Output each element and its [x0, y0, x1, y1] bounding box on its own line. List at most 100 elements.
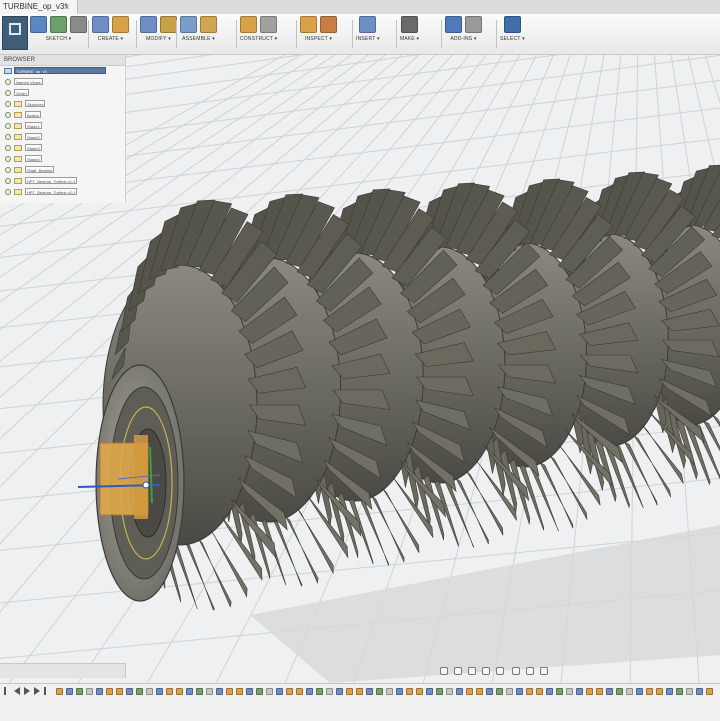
- inspect-tool-icon-2[interactable]: [320, 16, 337, 33]
- visibility-eye-icon[interactable]: [5, 134, 11, 140]
- toolbar-group-create[interactable]: CREATE ▾: [92, 16, 129, 50]
- sketch-tool-icon-3[interactable]: [70, 16, 87, 33]
- zoom-icon[interactable]: [482, 667, 490, 675]
- browser-item[interactable]: Stage1: [0, 121, 125, 131]
- timeline-feature-icon[interactable]: [376, 688, 383, 695]
- timeline-end-icon[interactable]: [42, 687, 46, 695]
- timeline-feature-icon[interactable]: [556, 688, 563, 695]
- browser-item[interactable]: Shaft_Bearing: [0, 165, 125, 175]
- timeline-feature-icon[interactable]: [96, 688, 103, 695]
- construct-tool-icon-2[interactable]: [260, 16, 277, 33]
- sketch-menu-label[interactable]: SKETCH ▾: [46, 36, 72, 42]
- insert-tool-icon-1[interactable]: [359, 16, 376, 33]
- modify-menu-label[interactable]: MODIFY ▾: [146, 36, 171, 42]
- visibility-eye-icon[interactable]: [5, 178, 11, 184]
- visibility-eye-icon[interactable]: [5, 145, 11, 151]
- timeline-feature-icon[interactable]: [126, 688, 133, 695]
- timeline-feature-icon[interactable]: [336, 688, 343, 695]
- toolbar-group-make[interactable]: MAKE ▾: [400, 16, 419, 50]
- timeline-feature-icon[interactable]: [186, 688, 193, 695]
- timeline-feature-icon[interactable]: [606, 688, 613, 695]
- timeline-feature-icon[interactable]: [56, 688, 63, 695]
- make-tool-icon-1[interactable]: [401, 16, 418, 33]
- timeline-feature-icon[interactable]: [596, 688, 603, 695]
- visibility-eye-icon[interactable]: [5, 90, 11, 96]
- document-tab[interactable]: TURBINE_op_v3* ×: [0, 0, 78, 14]
- timeline-feature-icon[interactable]: [76, 688, 83, 695]
- pan-icon[interactable]: [468, 667, 476, 675]
- timeline-feature-icon[interactable]: [166, 688, 173, 695]
- addins-tool-icon-2[interactable]: [465, 16, 482, 33]
- visibility-eye-icon[interactable]: [5, 156, 11, 162]
- sketch-tool-icon-1[interactable]: [30, 16, 47, 33]
- select-menu-label[interactable]: SELECT ▾: [500, 36, 525, 42]
- toolbar-group-sketch[interactable]: SKETCH ▾: [30, 16, 87, 50]
- close-tab-icon[interactable]: ×: [64, 0, 69, 14]
- timeline-feature-icon[interactable]: [456, 688, 463, 695]
- timeline-feature-icon[interactable]: [676, 688, 683, 695]
- browser-item[interactable]: Stage4: [0, 154, 125, 164]
- timeline-feature-icon[interactable]: [576, 688, 583, 695]
- timeline-feature-icon[interactable]: [666, 688, 673, 695]
- timeline-feature-icon[interactable]: [66, 688, 73, 695]
- timeline-feature-icon[interactable]: [386, 688, 393, 695]
- visibility-eye-icon[interactable]: [5, 189, 11, 195]
- timeline-feature-icon[interactable]: [286, 688, 293, 695]
- timeline-feature-icon[interactable]: [706, 688, 713, 695]
- visibility-eye-icon[interactable]: [5, 101, 11, 107]
- timeline-feature-icon[interactable]: [366, 688, 373, 695]
- make-menu-label[interactable]: MAKE ▾: [400, 36, 419, 42]
- addins-menu-label[interactable]: ADD-INS ▾: [450, 36, 476, 42]
- select-tool-icon-1[interactable]: [504, 16, 521, 33]
- timeline-feature-icon[interactable]: [246, 688, 253, 695]
- timeline-feature-icon[interactable]: [536, 688, 543, 695]
- timeline-back-icon[interactable]: [14, 687, 20, 695]
- turbine-front-face[interactable]: [78, 365, 184, 601]
- visibility-eye-icon[interactable]: [5, 112, 11, 118]
- timeline-feature-icon[interactable]: [106, 688, 113, 695]
- visibility-eye-icon[interactable]: [5, 123, 11, 129]
- timeline-feature-icon[interactable]: [636, 688, 643, 695]
- browser-item[interactable]: HPT_Bearing_Turbine v2:1: [0, 187, 125, 197]
- visibility-eye-icon[interactable]: [5, 79, 11, 85]
- timeline-feature-icon[interactable]: [696, 688, 703, 695]
- timeline-feature-icon[interactable]: [446, 688, 453, 695]
- toolbar-group-construct[interactable]: CONSTRUCT ▾: [240, 16, 277, 50]
- timeline-feature-icon[interactable]: [356, 688, 363, 695]
- modify-tool-icon-1[interactable]: [140, 16, 157, 33]
- timeline-feature-icon[interactable]: [656, 688, 663, 695]
- timeline-feature-icon[interactable]: [486, 688, 493, 695]
- timeline-feature-icon[interactable]: [406, 688, 413, 695]
- timeline-feature-icon[interactable]: [116, 688, 123, 695]
- browser-item[interactable]: Origin: [0, 88, 125, 98]
- visibility-eye-icon[interactable]: [5, 167, 11, 173]
- inspect-menu-label[interactable]: INSPECT ▾: [305, 36, 332, 42]
- timeline-feature-icon[interactable]: [296, 688, 303, 695]
- timeline-feature-icon[interactable]: [546, 688, 553, 695]
- timeline-feature-icon[interactable]: [506, 688, 513, 695]
- timeline-feature-icon[interactable]: [326, 688, 333, 695]
- timeline-feature-icon[interactable]: [316, 688, 323, 695]
- timeline-feature-icon[interactable]: [436, 688, 443, 695]
- browser-item[interactable]: Named Views: [0, 77, 125, 87]
- construct-menu-label[interactable]: CONSTRUCT ▾: [240, 36, 277, 42]
- create-tool-icon-1[interactable]: [92, 16, 109, 33]
- workspace-switcher-button[interactable]: [2, 16, 28, 50]
- addins-tool-icon-1[interactable]: [445, 16, 462, 33]
- timeline-feature-icon[interactable]: [156, 688, 163, 695]
- assemble-tool-icon-2[interactable]: [200, 16, 217, 33]
- timeline-feature-icon[interactable]: [216, 688, 223, 695]
- timeline-feature-icon[interactable]: [496, 688, 503, 695]
- timeline-feature-icon[interactable]: [306, 688, 313, 695]
- timeline-play-icon[interactable]: [24, 687, 30, 695]
- toolbar-group-modify[interactable]: MODIFY ▾: [140, 16, 177, 50]
- inspect-tool-icon-1[interactable]: [300, 16, 317, 33]
- timeline-feature-icon[interactable]: [196, 688, 203, 695]
- toolbar-group-inspect[interactable]: INSPECT ▾: [300, 16, 337, 50]
- timeline-feature-icon[interactable]: [206, 688, 213, 695]
- create-tool-icon-2[interactable]: [112, 16, 129, 33]
- comments-panel[interactable]: [0, 663, 126, 678]
- browser-item[interactable]: Bodies: [0, 110, 125, 120]
- modify-tool-icon-2[interactable]: [160, 16, 177, 33]
- sketch-tool-icon-2[interactable]: [50, 16, 67, 33]
